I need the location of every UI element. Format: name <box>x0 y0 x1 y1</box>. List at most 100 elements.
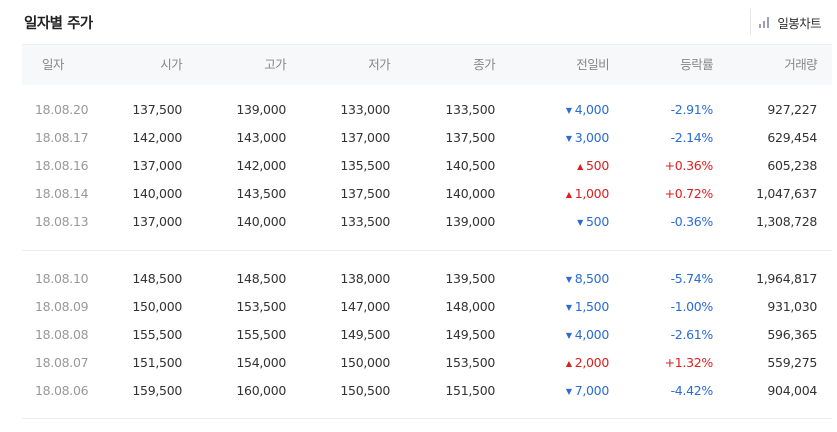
section-header: 일자별 주가 일봉차트 <box>0 0 837 44</box>
open-cell: 137,500 <box>132 102 182 117</box>
high-cell: 148,500 <box>236 271 286 286</box>
column-header-close: 종가 <box>473 57 495 72</box>
date-cell: 18.08.20 <box>35 102 89 117</box>
table-row: 18.08.17 142,000 143,000 137,000 137,500 ▼ 3,0… <box>22 124 832 152</box>
volume-cell: 596,365 <box>767 327 817 342</box>
column-header-low: 저가 <box>368 57 390 72</box>
down-triangle-icon: ▼ <box>565 331 572 340</box>
group-divider <box>22 418 832 419</box>
close-cell: 139,000 <box>445 214 495 229</box>
date-cell: 18.08.13 <box>35 214 89 229</box>
date-cell: 18.08.10 <box>35 271 89 286</box>
volume-cell: 1,047,637 <box>756 186 817 201</box>
close-cell: 148,000 <box>445 299 495 314</box>
change-value: 1,500 <box>574 299 610 314</box>
low-cell: 150,500 <box>340 383 390 398</box>
rate-cell: -2.91% <box>670 102 714 117</box>
date-cell: 18.08.08 <box>35 327 89 342</box>
open-cell: 142,000 <box>132 130 182 145</box>
volume-cell: 931,030 <box>767 299 817 314</box>
daily-chart-label: 일봉차트 <box>777 15 821 31</box>
low-cell: 147,000 <box>340 299 390 314</box>
change-cell: ▼ 8,500 <box>566 265 609 293</box>
rate-cell: +0.72% <box>664 186 714 201</box>
low-cell: 149,500 <box>340 327 390 342</box>
date-cell: 18.08.14 <box>35 186 89 201</box>
date-cell: 18.08.06 <box>35 383 89 398</box>
date-cell: 18.08.09 <box>35 299 89 314</box>
rate-cell: -2.14% <box>670 130 714 145</box>
bar-chart-icon <box>759 16 771 28</box>
volume-cell: 629,454 <box>767 130 817 145</box>
volume-cell: 927,227 <box>767 102 817 117</box>
up-triangle-icon: ▲ <box>577 162 584 171</box>
group-divider <box>22 250 832 251</box>
down-triangle-icon: ▼ <box>565 275 572 284</box>
down-triangle-icon: ▼ <box>577 218 584 227</box>
change-value: 4,000 <box>574 102 610 117</box>
high-cell: 154,000 <box>236 355 286 370</box>
rate-cell: -1.00% <box>670 299 714 314</box>
open-cell: 137,000 <box>132 158 182 173</box>
high-cell: 140,000 <box>236 214 286 229</box>
change-cell: ▲ 2,000 <box>566 349 609 377</box>
rate-cell: -2.61% <box>670 327 714 342</box>
table-header: 일자 시가 고가 저가 종가 전일비 등락률 거래량 <box>22 44 832 85</box>
high-cell: 160,000 <box>236 383 286 398</box>
down-triangle-icon: ▼ <box>565 303 572 312</box>
high-cell: 143,500 <box>236 186 286 201</box>
change-cell: ▼ 4,000 <box>566 321 609 349</box>
column-header-rate: 등락률 <box>680 57 713 72</box>
change-value: 4,000 <box>574 327 610 342</box>
low-cell: 133,500 <box>340 214 390 229</box>
date-cell: 18.08.07 <box>35 355 89 370</box>
change-cell: ▼ 4,000 <box>566 96 609 124</box>
down-triangle-icon: ▼ <box>565 106 572 115</box>
open-cell: 155,500 <box>132 327 182 342</box>
low-cell: 138,000 <box>340 271 390 286</box>
change-value: 3,000 <box>574 130 610 145</box>
low-cell: 150,000 <box>340 355 390 370</box>
high-cell: 153,500 <box>236 299 286 314</box>
change-value: 1,000 <box>574 186 610 201</box>
table-row: 18.08.13 137,000 140,000 133,500 139,000 ▼ 500… <box>22 208 832 236</box>
close-cell: 151,500 <box>445 383 495 398</box>
change-cell: ▼ 7,000 <box>566 377 609 405</box>
table-row: 18.08.07 151,500 154,000 150,000 153,500 ▲ 2,0… <box>22 349 832 377</box>
table-row: 18.08.10 148,500 148,500 138,000 139,500 ▼ 8,5… <box>22 265 832 293</box>
change-cell: ▼ 1,500 <box>566 293 609 321</box>
table-row: 18.08.16 137,000 142,000 135,500 140,500 ▲ 500… <box>22 152 832 180</box>
volume-cell: 904,004 <box>767 383 817 398</box>
down-triangle-icon: ▼ <box>565 134 572 143</box>
low-cell: 133,000 <box>340 102 390 117</box>
change-value: 500 <box>586 214 609 229</box>
date-cell: 18.08.16 <box>35 158 89 173</box>
up-triangle-icon: ▲ <box>565 190 572 199</box>
column-header-open: 시가 <box>160 57 182 72</box>
daily-chart-button[interactable]: 일봉차트 <box>750 9 829 35</box>
change-value: 2,000 <box>574 355 610 370</box>
column-header-high: 고가 <box>264 57 286 72</box>
open-cell: 150,000 <box>132 299 182 314</box>
table-row: 18.08.20 137,500 139,000 133,000 133,500 ▼ 4,0… <box>22 96 832 124</box>
high-cell: 155,500 <box>236 327 286 342</box>
open-cell: 151,500 <box>132 355 182 370</box>
rate-cell: -4.42% <box>670 383 714 398</box>
change-value: 7,000 <box>574 383 610 398</box>
close-cell: 153,500 <box>445 355 495 370</box>
high-cell: 142,000 <box>236 158 286 173</box>
rate-cell: +1.32% <box>664 355 714 370</box>
column-header-volume: 거래량 <box>784 57 817 72</box>
change-value: 500 <box>586 158 609 173</box>
change-cell: ▼ 3,000 <box>566 124 609 152</box>
rate-cell: +0.36% <box>664 158 714 173</box>
volume-cell: 1,308,728 <box>756 214 817 229</box>
open-cell: 148,500 <box>132 271 182 286</box>
close-cell: 140,000 <box>445 186 495 201</box>
low-cell: 135,500 <box>340 158 390 173</box>
close-cell: 137,500 <box>445 130 495 145</box>
close-cell: 149,500 <box>445 327 495 342</box>
close-cell: 133,500 <box>445 102 495 117</box>
section-title: 일자별 주가 <box>24 16 93 32</box>
date-cell: 18.08.17 <box>35 130 89 145</box>
